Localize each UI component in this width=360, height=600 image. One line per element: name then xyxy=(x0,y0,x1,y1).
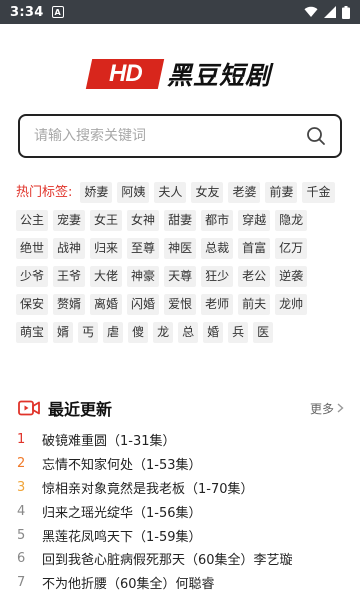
rank-number: 5 xyxy=(17,527,26,543)
tag-item[interactable]: 前妻 xyxy=(265,182,298,203)
tag-item[interactable]: 离婚 xyxy=(90,294,123,315)
recent-item[interactable]: 1 破镜难重圆（1-31集） xyxy=(17,428,347,452)
tag-item[interactable]: 狂少 xyxy=(201,266,234,287)
tag-item[interactable]: 前夫 xyxy=(238,294,271,315)
recent-item[interactable]: 2 忘情不知家何处（1-53集） xyxy=(17,452,347,476)
status-icons xyxy=(304,5,350,19)
rank-number: 7 xyxy=(17,575,26,591)
tag-item[interactable]: 总 xyxy=(178,322,199,343)
rank-number: 6 xyxy=(17,551,26,567)
search-box[interactable] xyxy=(18,114,342,158)
tag-item[interactable]: 兵 xyxy=(228,322,249,343)
logo-badge: HD xyxy=(85,59,165,89)
tag-item[interactable]: 龙 xyxy=(153,322,174,343)
tag-item[interactable]: 爱恨 xyxy=(164,294,197,315)
tag-item[interactable]: 公主 xyxy=(16,210,49,231)
tag-item[interactable]: 女王 xyxy=(90,210,123,231)
tag-item[interactable]: 医 xyxy=(253,322,274,343)
signal-icon xyxy=(324,6,336,18)
tag-item[interactable]: 总裁 xyxy=(201,238,234,259)
tag-item[interactable]: 战神 xyxy=(53,238,86,259)
recent-item-title: 不为他折腰（60集全）何聪睿 xyxy=(42,577,215,593)
tag-item[interactable]: 神豪 xyxy=(127,266,160,287)
recent-item[interactable]: 5 黑莲花凤鸣天下（1-59集） xyxy=(17,523,347,547)
tag-item[interactable]: 夫人 xyxy=(154,182,187,203)
tag-item[interactable]: 逆袭 xyxy=(275,266,308,287)
more-link[interactable]: 更多 xyxy=(310,400,344,417)
tag-item[interactable]: 老公 xyxy=(238,266,271,287)
tag-item[interactable]: 婿 xyxy=(53,322,74,343)
recent-item-title: 黑莲花凤鸣天下（1-59集） xyxy=(42,529,202,545)
recent-item-title: 归来之瑶光绽华（1-56集） xyxy=(42,505,202,521)
battery-icon xyxy=(342,5,350,19)
recent-item[interactable]: 3 惊相亲对象竟然是我老板（1-70集） xyxy=(17,476,347,500)
logo-name: 黑豆短剧 xyxy=(166,61,271,90)
tags-row: 热门标签: 娇妻 阿姨 夫人 女友 老婆 前妻 千金公主 宠妻 女王 女神 甜妻 都市 穿越 隐龙绝世 战神… xyxy=(16,182,348,350)
tag-item[interactable]: 少爷 xyxy=(16,266,49,287)
tag-item[interactable]: 闪婚 xyxy=(127,294,160,315)
recent-item[interactable]: 6 回到我爸心脏病假死那天（60集全）李艺璇 xyxy=(17,547,347,571)
tag-item[interactable]: 大佬 xyxy=(90,266,123,287)
wifi-icon xyxy=(304,6,318,18)
hot-tags-label: 热门标签: xyxy=(16,185,73,200)
more-label: 更多 xyxy=(309,401,334,416)
tag-item[interactable]: 神医 xyxy=(164,238,197,259)
tag-item[interactable]: 娇妻 xyxy=(80,182,113,203)
app-logo: HD 黑豆短剧 xyxy=(0,56,360,92)
rank-number: 4 xyxy=(17,503,26,519)
tag-item[interactable]: 阿姨 xyxy=(117,182,150,203)
tag-item[interactable]: 丐 xyxy=(78,322,99,343)
status-time: 3:34 xyxy=(10,4,44,20)
tag-item[interactable]: 甜妻 xyxy=(164,210,197,231)
tag-item[interactable]: 绝世 xyxy=(16,238,49,259)
tag-item[interactable]: 千金 xyxy=(302,182,335,203)
video-icon xyxy=(18,400,40,416)
tag-item[interactable]: 赘婿 xyxy=(53,294,86,315)
tag-item[interactable]: 都市 xyxy=(201,210,234,231)
tag-item[interactable]: 至尊 xyxy=(127,238,160,259)
tag-item[interactable]: 宠妻 xyxy=(53,210,86,231)
tag-item[interactable]: 保安 xyxy=(16,294,49,315)
tag-item[interactable]: 女神 xyxy=(127,210,160,231)
logo-badge-text: HD xyxy=(108,60,142,87)
tag-item[interactable]: 老婆 xyxy=(228,182,261,203)
recent-title: 最近更新 xyxy=(48,400,113,419)
recent-item[interactable]: 4 归来之瑶光绽华（1-56集） xyxy=(17,499,347,523)
chevron-right-icon xyxy=(337,403,344,413)
recent-item-title: 破镜难重圆（1-31集） xyxy=(42,434,176,450)
recent-header: 最近更新 更多 xyxy=(18,396,344,420)
recent-item-title: 忘情不知家何处（1-53集） xyxy=(42,458,202,474)
tag-item[interactable]: 龙帅 xyxy=(275,294,308,315)
recent-item-title: 惊相亲对象竟然是我老板（1-70集） xyxy=(42,481,254,497)
tag-item[interactable]: 女友 xyxy=(191,182,224,203)
tag-item[interactable]: 天尊 xyxy=(164,266,197,287)
tag-item[interactable]: 亿万 xyxy=(275,238,308,259)
recent-list: 1 破镜难重圆（1-31集） 2 忘情不知家何处（1-53集） 3 惊相亲对象竟然是我老板… xyxy=(17,428,347,595)
tag-item[interactable]: 归来 xyxy=(90,238,123,259)
hot-tags: 热门标签: 娇妻 阿姨 夫人 女友 老婆 前妻 千金公主 宠妻 女王 女神 甜妻 都市 穿越 隐龙绝世 战神… xyxy=(16,182,348,350)
tag-item[interactable]: 虐 xyxy=(103,322,124,343)
status-bar: 3:34 A xyxy=(0,0,360,24)
android-notification-icon: A xyxy=(51,6,64,18)
tag-item[interactable]: 傻 xyxy=(128,322,149,343)
recent-item[interactable]: 7 不为他折腰（60集全）何聪睿 xyxy=(17,571,347,595)
tag-item[interactable]: 老师 xyxy=(201,294,234,315)
tag-item[interactable]: 隐龙 xyxy=(275,210,308,231)
tag-item[interactable]: 萌宝 xyxy=(16,322,49,343)
rank-number: 1 xyxy=(17,432,26,448)
search-input[interactable] xyxy=(34,128,306,144)
tag-item[interactable]: 穿越 xyxy=(238,210,271,231)
recent-item-title: 回到我爸心脏病假死那天（60集全）李艺璇 xyxy=(42,553,293,569)
rank-number: 2 xyxy=(17,456,26,472)
tag-item[interactable]: 首富 xyxy=(238,238,271,259)
rank-number: 3 xyxy=(17,479,26,495)
search-icon[interactable] xyxy=(306,126,326,146)
tag-item[interactable]: 王爷 xyxy=(53,266,86,287)
tag-item[interactable]: 婚 xyxy=(203,322,224,343)
